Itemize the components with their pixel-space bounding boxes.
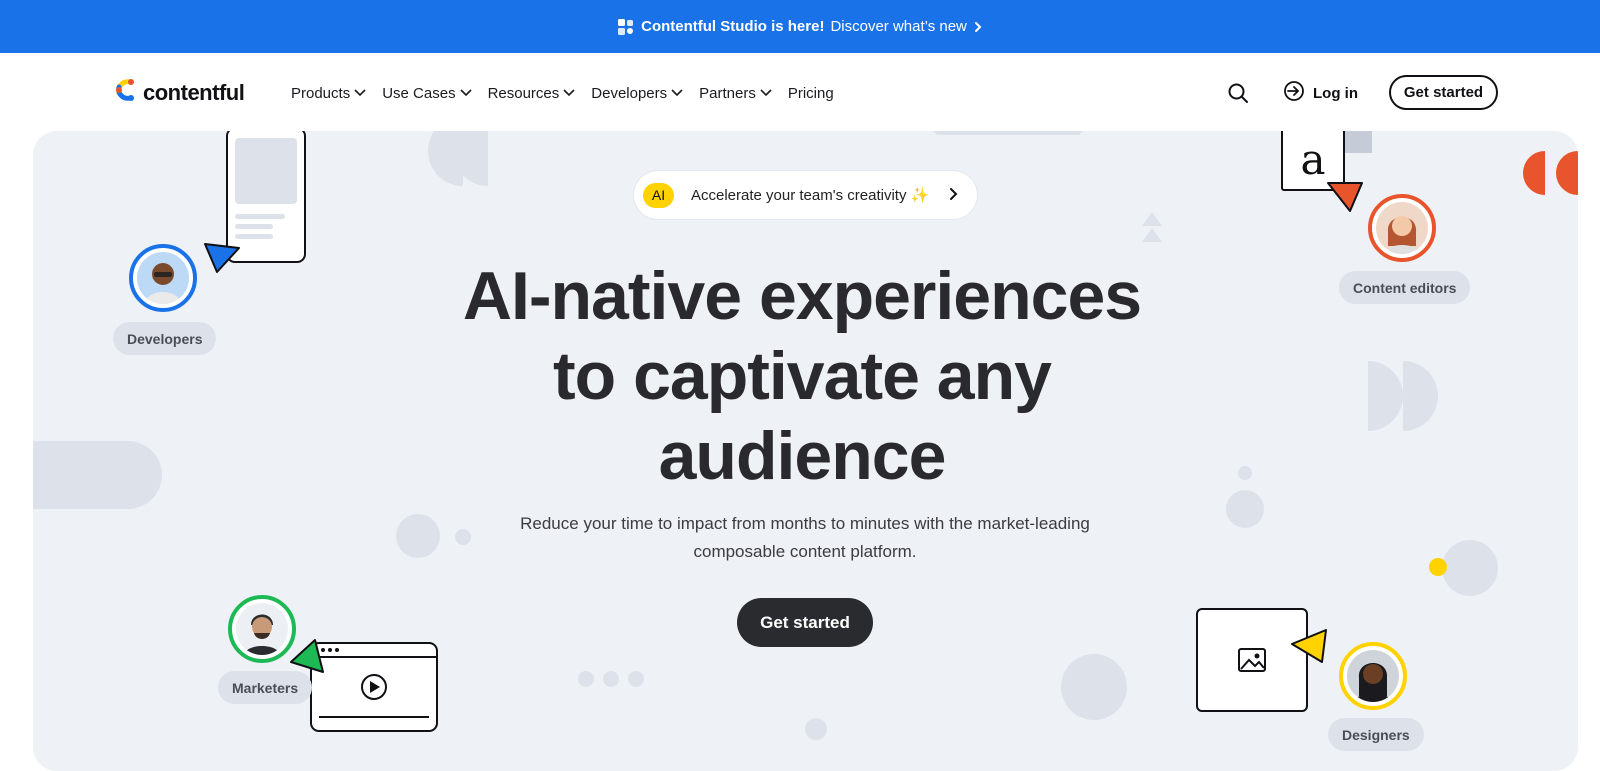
login-icon bbox=[1283, 80, 1305, 106]
person-icon bbox=[236, 603, 288, 655]
nav-item-label: Developers bbox=[591, 84, 668, 102]
developer-avatar bbox=[129, 244, 197, 312]
content-editor-avatar bbox=[1368, 194, 1436, 262]
contentful-logo-icon bbox=[113, 76, 139, 109]
ai-badge: AI bbox=[643, 182, 674, 208]
chevron-right-icon bbox=[973, 21, 983, 33]
marketer-avatar bbox=[228, 595, 296, 663]
login-label: Log in bbox=[1313, 84, 1358, 102]
hero-headline-line: audience bbox=[658, 418, 947, 494]
nav-item-label: Resources bbox=[487, 84, 560, 102]
role-label-marketers: Marketers bbox=[218, 671, 313, 704]
nav-item-use-cases[interactable]: Use Cases bbox=[382, 80, 472, 106]
cursor-blue-icon bbox=[204, 243, 240, 273]
image-icon bbox=[1238, 648, 1266, 672]
chevron-down-icon bbox=[671, 89, 683, 97]
cursor-red-icon bbox=[1327, 182, 1363, 212]
logo[interactable]: contentful bbox=[113, 76, 245, 109]
role-label-content-editors: Content editors bbox=[1339, 271, 1471, 304]
role-label-designers: Designers bbox=[1328, 718, 1424, 751]
person-icon bbox=[1347, 650, 1399, 702]
nav-item-partners[interactable]: Partners bbox=[699, 80, 772, 106]
hero-headline-line: to captivate any bbox=[553, 338, 1052, 414]
ai-pill-text: Accelerate your team's creativity ✨ bbox=[691, 187, 930, 204]
login-button[interactable]: Log in bbox=[1283, 80, 1358, 106]
announcement-banner[interactable]: Contentful Studio is here! Discover what… bbox=[0, 0, 1600, 53]
chevron-down-icon bbox=[760, 89, 772, 97]
main-menu: Products Use Cases Resources Developers … bbox=[291, 80, 850, 106]
banner-title: Contentful Studio is here! bbox=[641, 18, 825, 35]
hero-get-started-button[interactable]: Get started bbox=[737, 598, 873, 647]
logo-text: contentful bbox=[143, 79, 245, 105]
studio-icon bbox=[617, 18, 635, 36]
nav-item-pricing[interactable]: Pricing bbox=[788, 80, 834, 106]
role-label-developers: Developers bbox=[113, 322, 217, 355]
chevron-down-icon bbox=[563, 89, 575, 97]
letter-card-glyph: a bbox=[1300, 134, 1326, 184]
chevron-down-icon bbox=[354, 89, 366, 97]
chevron-down-icon bbox=[459, 89, 472, 97]
hero-subtitle: Reduce your time to impact from months t… bbox=[520, 514, 1090, 561]
nav-item-products[interactable]: Products bbox=[291, 80, 366, 106]
hero-headline: AI-native experiences to captivate any a… bbox=[430, 256, 1174, 496]
nav-item-developers[interactable]: Developers bbox=[591, 80, 683, 106]
person-icon bbox=[1376, 202, 1428, 254]
chevron-right-icon bbox=[949, 187, 959, 205]
hero-headline-line: AI-native experiences bbox=[462, 258, 1142, 334]
search-icon[interactable] bbox=[1227, 82, 1251, 106]
nav-item-label: Partners bbox=[699, 84, 756, 102]
ai-announcement-pill[interactable]: AI Accelerate your team's creativity ✨ bbox=[634, 171, 977, 219]
designer-avatar bbox=[1339, 642, 1407, 710]
nav-get-started-button[interactable]: Get started bbox=[1389, 75, 1498, 110]
person-icon bbox=[137, 252, 189, 304]
banner-link[interactable]: Discover what’s new bbox=[830, 18, 966, 35]
cursor-yellow-icon bbox=[1291, 629, 1327, 663]
nav-item-label: Use Cases bbox=[382, 84, 456, 102]
nav-item-label: Pricing bbox=[787, 84, 834, 102]
nav-item-label: Products bbox=[291, 84, 351, 102]
nav-item-resources[interactable]: Resources bbox=[488, 80, 576, 106]
